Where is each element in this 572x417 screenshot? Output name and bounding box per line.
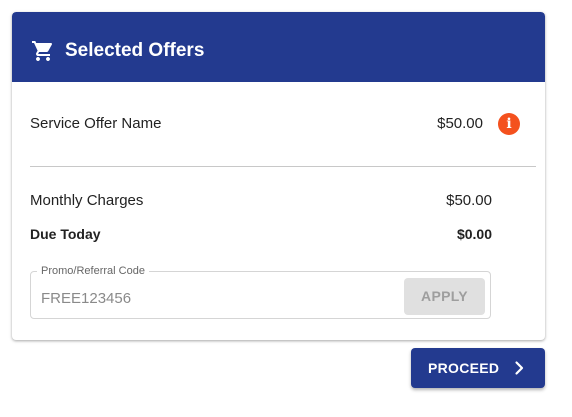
chevron-right-icon — [515, 361, 524, 375]
due-today-label: Due Today — [30, 226, 101, 242]
proceed-label: PROCEED — [428, 360, 500, 376]
selected-offers-card: Selected Offers Service Offer Name $50.0… — [12, 12, 545, 340]
page-title: Selected Offers — [65, 40, 205, 61]
apply-button[interactable]: APPLY — [404, 278, 485, 315]
promo-code-input[interactable] — [41, 288, 381, 308]
monthly-charges-value: $50.00 — [446, 192, 492, 209]
offer-name: Service Offer Name — [30, 115, 162, 132]
offer-price: $50.00 — [437, 115, 483, 132]
due-today-value: $0.00 — [456, 226, 492, 242]
proceed-button[interactable]: PROCEED — [411, 348, 545, 388]
monthly-charges-label: Monthly Charges — [30, 192, 144, 209]
card-header: Selected Offers — [12, 12, 545, 82]
promo-code-label: Promo/Referral Code — [37, 264, 149, 278]
shopping-cart-icon — [32, 41, 53, 61]
divider — [30, 166, 536, 167]
info-icon[interactable]: i — [498, 113, 520, 135]
